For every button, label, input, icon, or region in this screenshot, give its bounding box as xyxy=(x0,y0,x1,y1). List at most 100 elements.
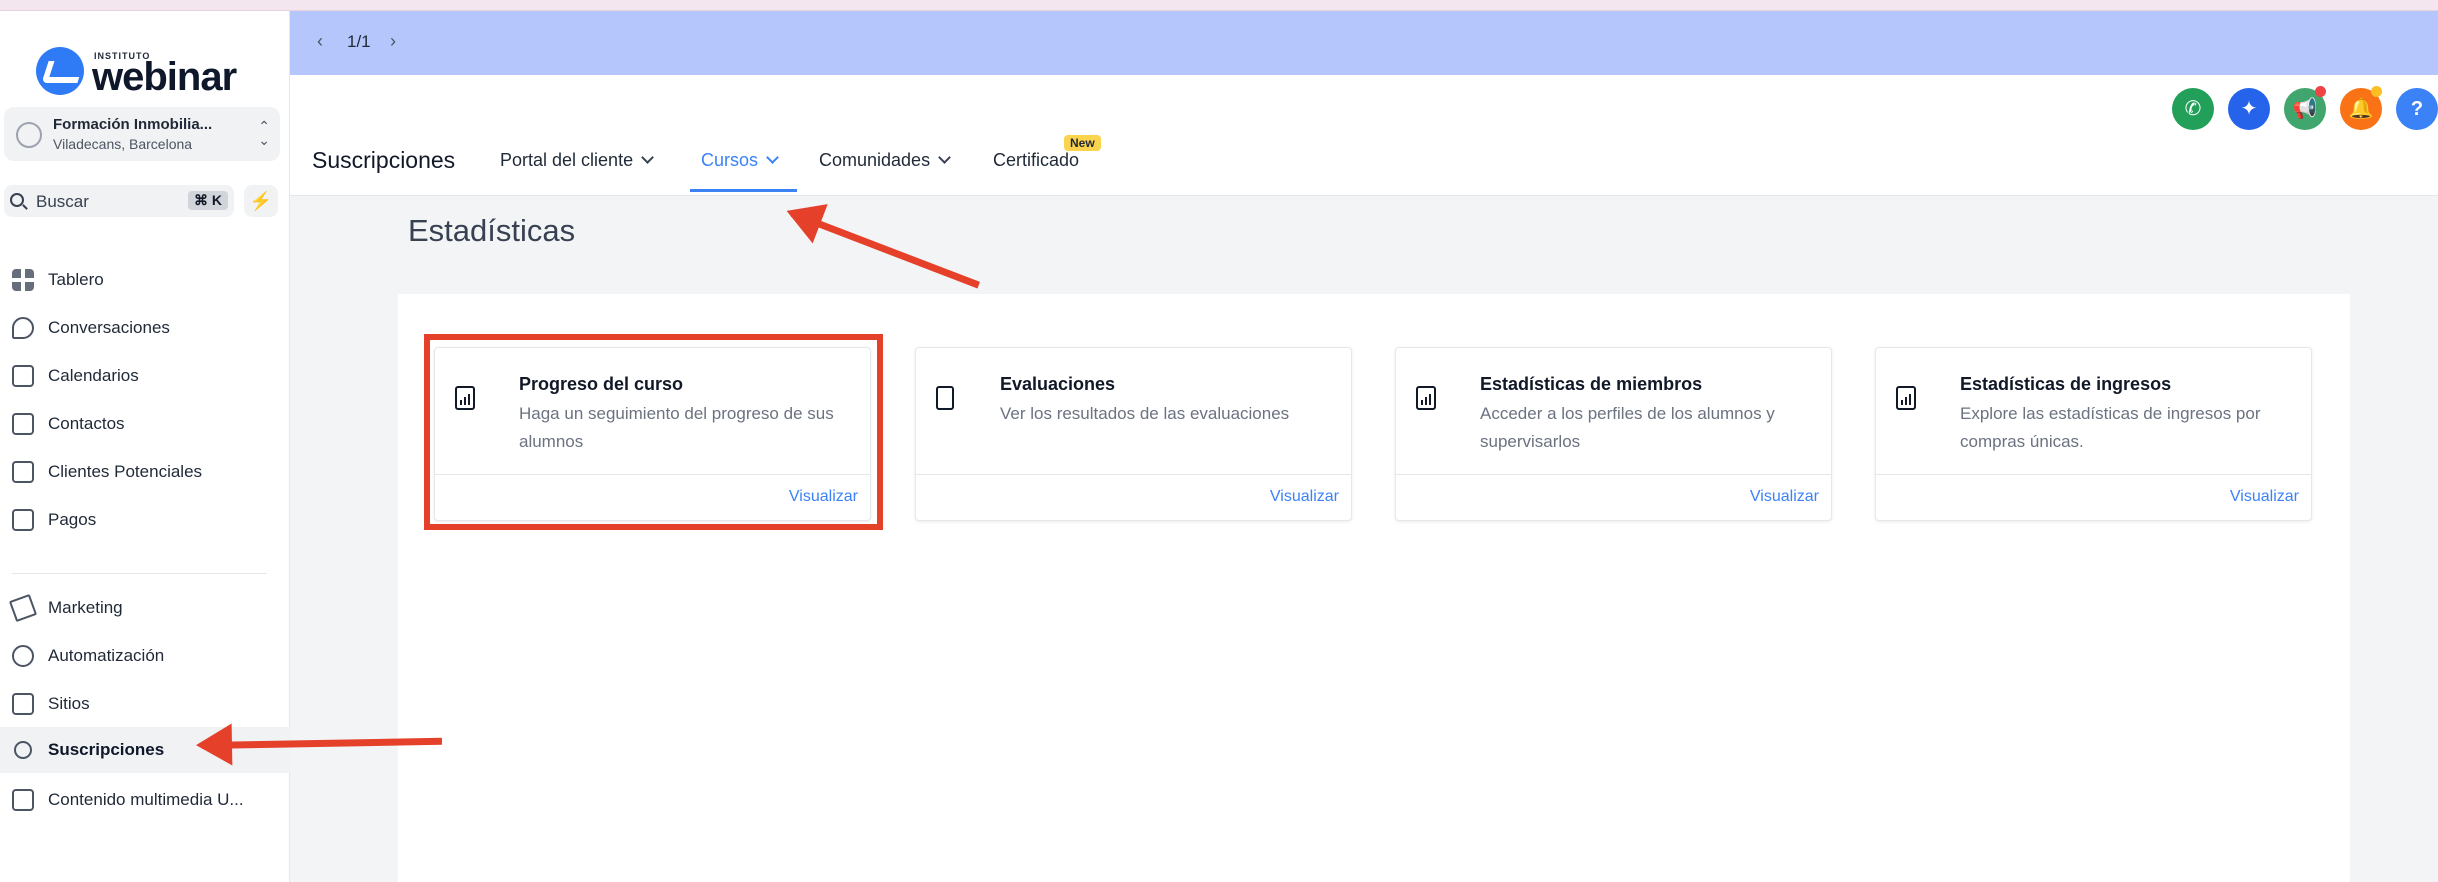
card-title: Estadísticas de ingresos xyxy=(1960,374,2172,394)
search-placeholder: Buscar xyxy=(36,192,89,211)
new-badge: New xyxy=(1064,135,1101,151)
section-title: Estadísticas xyxy=(408,213,576,248)
search-icon xyxy=(10,193,24,207)
automation-icon xyxy=(12,645,34,667)
calendar-icon xyxy=(12,365,34,387)
card-description: Explore las estadísticas de ingresos por… xyxy=(1960,404,2261,451)
sidebar-item-label: Contactos xyxy=(48,414,125,433)
notifications-button[interactable]: 🔔 xyxy=(2340,86,2382,130)
sidebar-item-conversaciones[interactable]: Conversaciones xyxy=(12,313,282,343)
phone-button[interactable]: ✆ xyxy=(2172,88,2214,130)
page-title: Suscripciones xyxy=(312,147,456,173)
sidebar: INSTITUTO webinar Formación Inmobilia...… xyxy=(0,11,290,882)
payments-icon xyxy=(12,509,34,531)
chat-icon xyxy=(12,317,34,339)
chevron-left-icon[interactable]: ‹ xyxy=(317,31,323,52)
leads-icon xyxy=(12,461,34,483)
card-divider xyxy=(1396,474,1831,475)
phone-icon: ✆ xyxy=(2184,98,2202,120)
account-switcher[interactable]: Formación Inmobilia... Viladecans, Barce… xyxy=(4,107,280,161)
chevron-down-icon xyxy=(938,151,951,164)
sparkle-icon: ✦ xyxy=(2240,98,2258,120)
sidebar-item-label: Suscripciones xyxy=(48,740,165,759)
chevron-right-icon[interactable]: › xyxy=(390,31,396,52)
tab-portal-del-cliente[interactable]: Portal del cliente xyxy=(500,150,654,171)
visualizar-link[interactable]: Visualizar xyxy=(1270,488,1339,506)
help-icon: ? xyxy=(2410,98,2424,120)
user-icon xyxy=(16,122,42,148)
tab-comunidades[interactable]: Comunidades xyxy=(819,150,951,171)
image-icon xyxy=(12,789,34,811)
sidebar-divider xyxy=(12,573,267,574)
logo-icon xyxy=(36,47,84,95)
sidebar-item-clientes-potenciales[interactable]: Clientes Potenciales xyxy=(12,457,282,487)
notification-dot xyxy=(2371,86,2382,97)
visualizar-link[interactable]: Visualizar xyxy=(1750,488,1819,506)
card-divider xyxy=(916,474,1351,475)
search-shortcut: ⌘ K xyxy=(188,191,228,210)
page-header: Suscripciones Portal del cliente Cursos … xyxy=(290,75,2438,196)
active-tab-indicator xyxy=(690,189,797,192)
sidebar-item-tablero[interactable]: Tablero xyxy=(12,265,282,295)
sidebar-item-label: Marketing xyxy=(48,598,123,617)
sites-icon xyxy=(12,693,34,715)
dashboard-icon xyxy=(12,269,34,291)
chevron-down-icon xyxy=(641,151,654,164)
tab-label: Comunidades xyxy=(819,150,931,170)
chevron-up-down-icon: ⌃ ⌄ xyxy=(258,118,270,148)
card-divider xyxy=(1876,474,2311,475)
announcements-button[interactable]: 📢 xyxy=(2284,86,2326,130)
sidebar-item-suscripciones[interactable]: Suscripciones xyxy=(0,727,290,773)
sidebar-item-pagos[interactable]: Pagos xyxy=(12,505,282,535)
sidebar-item-label: Clientes Potenciales xyxy=(48,462,203,481)
card-description: Acceder a los perfiles de los alumnos y … xyxy=(1480,404,1775,451)
tab-label: Certificado xyxy=(993,150,1080,170)
card-title: Evaluaciones xyxy=(1000,374,1116,394)
sidebar-item-contactos[interactable]: Contactos xyxy=(12,409,282,439)
send-icon xyxy=(8,593,38,623)
chart-icon xyxy=(1416,386,1436,410)
card-description: Ver los resultados de las evaluaciones xyxy=(1000,404,1290,423)
tab-label: Cursos xyxy=(701,150,759,170)
sidebar-item-label: Contenido multimedia U... xyxy=(48,790,244,809)
sidebar-item-label: Tablero xyxy=(48,270,104,289)
visualizar-link[interactable]: Visualizar xyxy=(2230,488,2299,506)
sidebar-item-label: Sitios xyxy=(48,694,90,713)
top-banner: ‹ 1/1 › xyxy=(290,11,2438,75)
sidebar-item-label: Automatización xyxy=(48,646,165,665)
search-input[interactable]: Buscar ⌘ K xyxy=(4,185,234,217)
card-evaluaciones[interactable]: Evaluaciones Ver los resultados de las e… xyxy=(915,347,1352,521)
megaphone-icon: 📢 xyxy=(2292,98,2318,120)
sidebar-item-calendarios[interactable]: Calendarios xyxy=(12,361,282,391)
tab-label: Portal del cliente xyxy=(500,150,634,170)
sidebar-item-contenido-multimedia[interactable]: Contenido multimedia U... xyxy=(12,785,282,815)
annotation-arrow-to-cursos-tab xyxy=(790,210,980,289)
notification-dot xyxy=(2315,86,2326,97)
bell-icon: 🔔 xyxy=(2348,98,2374,120)
award-icon xyxy=(14,741,32,759)
chevron-down-icon xyxy=(766,151,779,164)
tab-certificado[interactable]: Certificado xyxy=(993,150,1079,171)
account-location: Viladecans, Barcelona xyxy=(53,136,193,152)
card-estadisticas-de-ingresos[interactable]: Estadísticas de ingresos Explore las est… xyxy=(1875,347,2312,521)
sidebar-item-label: Pagos xyxy=(48,510,97,529)
annotation-highlight-box xyxy=(424,334,883,530)
pager-count: 1/1 xyxy=(347,32,371,51)
clipboard-check-icon xyxy=(936,386,954,410)
quick-actions-button[interactable]: ⚡ xyxy=(244,185,278,217)
chart-icon xyxy=(1896,386,1916,410)
tab-cursos[interactable]: Cursos xyxy=(701,150,779,171)
sidebar-item-label: Calendarios xyxy=(48,366,139,385)
sidebar-item-marketing[interactable]: Marketing xyxy=(8,593,282,623)
top-strip xyxy=(0,0,2438,11)
logo-text: webinar xyxy=(92,55,237,99)
ai-button[interactable]: ✦ xyxy=(2228,88,2270,130)
sidebar-item-sitios[interactable]: Sitios xyxy=(12,689,282,719)
sidebar-item-automatizacion[interactable]: Automatización xyxy=(12,641,282,671)
card-estadisticas-de-miembros[interactable]: Estadísticas de miembros Acceder a los p… xyxy=(1395,347,1832,521)
contacts-icon xyxy=(12,413,34,435)
account-name: Formación Inmobilia... xyxy=(53,116,213,133)
bolt-icon: ⚡ xyxy=(249,191,273,211)
help-button[interactable]: ? xyxy=(2396,88,2438,130)
logo[interactable]: INSTITUTO webinar xyxy=(36,33,256,99)
